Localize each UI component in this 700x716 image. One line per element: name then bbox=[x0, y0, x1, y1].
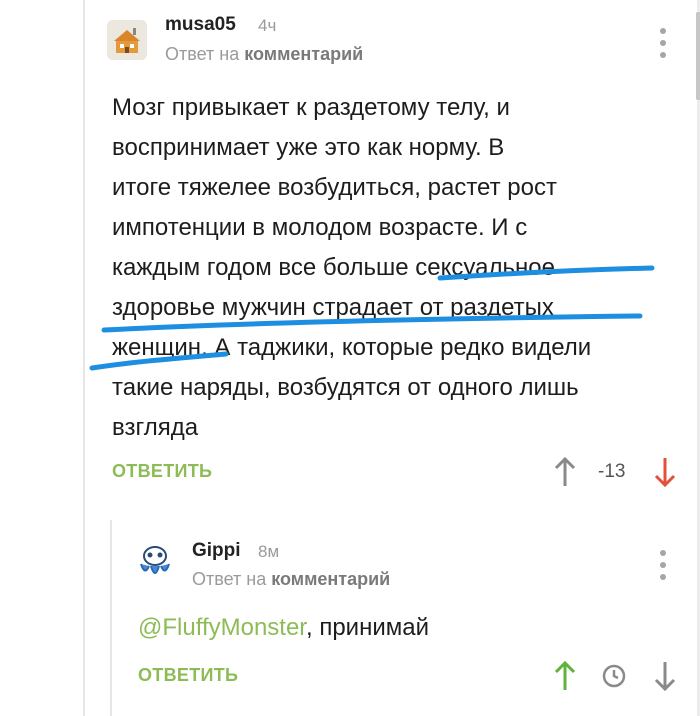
user-mention-link[interactable]: @FluffyMonster bbox=[138, 614, 306, 641]
reply-to-line: Ответ на комментарий bbox=[192, 569, 390, 590]
comment-text-rest: , принимай bbox=[305, 614, 429, 641]
scrollbar-handle[interactable] bbox=[696, 12, 700, 100]
comment-text-line: такие наряды, возбудятся от одного лишь bbox=[112, 374, 579, 401]
arrow-up-icon[interactable] bbox=[552, 659, 578, 693]
timestamp: 4ч bbox=[258, 16, 277, 35]
reply-to-line: Ответ на комментарий bbox=[165, 44, 363, 65]
thread-line bbox=[83, 0, 85, 716]
comment-text: Мозг привыкает к раздетому телу, и воспр… bbox=[112, 88, 672, 448]
avatar[interactable] bbox=[107, 20, 147, 60]
comment-text-line: взгляда bbox=[112, 414, 199, 441]
rating: -13 bbox=[598, 461, 626, 482]
arrow-down-icon[interactable] bbox=[652, 659, 678, 693]
avatar[interactable] bbox=[135, 542, 175, 582]
reply-to-prefix: Ответ на bbox=[165, 44, 240, 64]
comment-text-line: воспринимает уже это как норму. В bbox=[112, 134, 505, 161]
clock-icon bbox=[601, 663, 627, 689]
username[interactable]: musa05 bbox=[165, 14, 236, 36]
comment-text-line: женщин. А таджики, которые редко видели bbox=[112, 334, 592, 361]
reply-to-comment-link[interactable]: комментарий bbox=[244, 44, 363, 64]
arrow-up-icon[interactable] bbox=[552, 455, 578, 489]
reply-to-comment-link[interactable]: комментарий bbox=[271, 569, 390, 589]
comment-text: @FluffyMonster, принимай bbox=[138, 614, 429, 642]
nested-thread-line bbox=[110, 520, 112, 716]
reply-to-prefix: Ответ на bbox=[192, 569, 267, 589]
reply-button[interactable]: ОТВЕТИТЬ bbox=[112, 461, 212, 482]
reply-button[interactable]: ОТВЕТИТЬ bbox=[138, 665, 238, 686]
comment-text-line: здоровье мужчин страдает от раздетых bbox=[112, 294, 554, 321]
username[interactable]: Gippi bbox=[192, 540, 241, 562]
comment-text-line: Мозг привыкает к раздетому телу, и bbox=[112, 94, 510, 121]
comment-text-line: итоге тяжелее возбудиться, растет рост bbox=[112, 174, 557, 201]
comment-text-line: импотенции в молодом возрасте. И с bbox=[112, 214, 528, 241]
more-vertical-icon[interactable] bbox=[656, 550, 670, 580]
arrow-down-icon[interactable] bbox=[652, 455, 678, 489]
more-vertical-icon[interactable] bbox=[656, 28, 670, 58]
comment-text-line: каждым годом все больше сексуальное bbox=[112, 254, 555, 281]
timestamp: 8м bbox=[258, 542, 280, 561]
